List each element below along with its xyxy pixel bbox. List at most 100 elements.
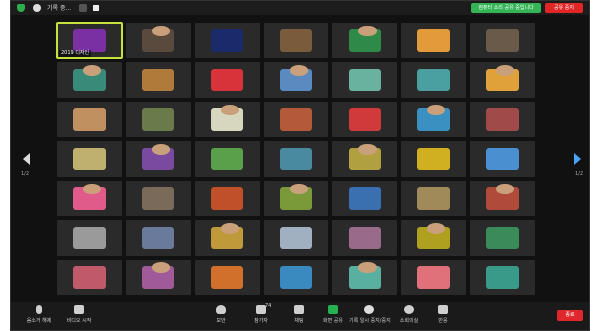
participant-face: [358, 25, 377, 37]
video-thumbnail: [73, 147, 106, 171]
participant-tile[interactable]: [470, 141, 535, 177]
participant-tile[interactable]: [332, 141, 398, 177]
stop-square-icon[interactable]: [93, 5, 99, 11]
page-indicator-right: 1/2: [574, 171, 583, 177]
participant-tile[interactable]: [470, 23, 535, 59]
participant-tile[interactable]: [125, 141, 191, 177]
video-thumbnail: [417, 147, 450, 171]
participant-tile[interactable]: [401, 62, 467, 98]
meeting-toolbar: 음소거 해제 비디오 시작 보안 참가자 74 채팅 화면 공유 기록 일시 중…: [11, 302, 589, 330]
more-options-button[interactable]: [79, 4, 87, 12]
participant-tile[interactable]: [125, 23, 191, 59]
video-thumbnail: [142, 187, 175, 210]
end-meeting-button[interactable]: 종료: [557, 310, 583, 321]
share-arrow-icon: [328, 305, 338, 314]
participant-face: [82, 183, 102, 195]
participant-tile[interactable]: [470, 62, 535, 98]
video-thumbnail: [73, 29, 106, 53]
video-thumbnail: [348, 226, 382, 250]
participant-tile[interactable]: [401, 259, 467, 295]
previous-page-arrow-icon[interactable]: [23, 153, 30, 165]
participant-tile[interactable]: [401, 23, 467, 59]
participant-tile[interactable]: [263, 23, 329, 59]
participant-tile[interactable]: [401, 101, 467, 138]
participant-tile[interactable]: [332, 23, 398, 59]
participant-tile[interactable]: [263, 101, 329, 138]
participant-tile[interactable]: [125, 259, 191, 295]
participant-tile[interactable]: [194, 101, 260, 138]
participant-face: [82, 65, 102, 76]
video-thumbnail: [417, 265, 450, 289]
grid-icon: [404, 305, 414, 314]
record-icon: [364, 305, 374, 314]
participant-tile[interactable]: [194, 259, 260, 295]
participant-tile[interactable]: [125, 180, 191, 217]
video-thumbnail: [279, 226, 313, 250]
video-thumbnail: [210, 29, 244, 53]
participant-tile[interactable]: [125, 101, 191, 138]
participant-tile[interactable]: [125, 220, 191, 256]
participant-name: 2019 디자인: [59, 50, 92, 58]
participant-tile[interactable]: [263, 62, 329, 98]
participant-face: [358, 144, 377, 155]
participant-face: [151, 144, 170, 155]
participant-tile[interactable]: 2019 디자인: [56, 21, 123, 60]
video-thumbnail: [348, 108, 382, 131]
video-thumbnail: [73, 226, 106, 250]
start-video-button[interactable]: 비디오 시작: [59, 305, 99, 324]
participant-tile[interactable]: [263, 180, 329, 217]
participant-tile[interactable]: [194, 62, 260, 98]
microphone-icon: [36, 305, 42, 314]
video-thumbnail: [348, 187, 382, 210]
next-page-arrow-icon[interactable]: [574, 153, 581, 165]
participant-tile[interactable]: [57, 141, 122, 177]
participant-tile[interactable]: [401, 141, 467, 177]
info-icon[interactable]: [33, 4, 41, 12]
video-thumbnail: [348, 68, 382, 92]
participant-face: [151, 262, 170, 274]
participant-tile[interactable]: [57, 101, 122, 138]
participant-tile[interactable]: [194, 220, 260, 256]
video-thumbnail: [486, 108, 519, 131]
participant-tile[interactable]: [332, 180, 398, 217]
participant-tile[interactable]: [470, 180, 535, 217]
participant-tile[interactable]: [263, 220, 329, 256]
shield-icon[interactable]: [17, 4, 25, 12]
participant-tile[interactable]: [470, 220, 535, 256]
video-thumbnail: [486, 265, 519, 289]
participant-tile[interactable]: [332, 259, 398, 295]
participant-tile[interactable]: [57, 62, 122, 98]
participant-tile[interactable]: [57, 220, 122, 256]
video-thumbnail: [210, 68, 244, 92]
participant-tile[interactable]: [194, 23, 260, 59]
participant-tile[interactable]: [470, 101, 535, 138]
participant-tile[interactable]: [57, 180, 122, 217]
participant-tile[interactable]: [125, 62, 191, 98]
participant-tile[interactable]: [263, 259, 329, 295]
participant-face: [496, 65, 515, 76]
unmute-button[interactable]: 음소거 해제: [19, 305, 59, 324]
participants-button[interactable]: 참가자: [241, 305, 281, 324]
meeting-top-bar: 기록 중... 컴퓨터 소리 공유 중입니다 공유 중지: [11, 1, 589, 15]
participant-tile[interactable]: [194, 141, 260, 177]
participant-face: [427, 222, 446, 234]
reactions-button[interactable]: 반응: [423, 305, 463, 324]
participant-tile[interactable]: [401, 220, 467, 256]
participant-tile[interactable]: [401, 180, 467, 217]
sharing-status-pill[interactable]: 컴퓨터 소리 공유 중입니다: [471, 3, 541, 13]
participant-tile[interactable]: [194, 180, 260, 217]
security-button[interactable]: 보안: [201, 305, 241, 324]
video-thumbnail: [417, 68, 450, 92]
participant-tile[interactable]: [470, 259, 535, 295]
video-thumbnail: [279, 108, 313, 131]
participant-tile[interactable]: [332, 220, 398, 256]
participant-tile[interactable]: [332, 101, 398, 138]
video-thumbnail: [210, 187, 244, 210]
participant-tile[interactable]: [263, 141, 329, 177]
share-screen-button[interactable]: 화면 공유: [313, 305, 353, 324]
participant-tile[interactable]: [332, 62, 398, 98]
record-button[interactable]: 기록 일시 중지/중지: [349, 305, 391, 324]
video-thumbnail: [73, 108, 106, 131]
stop-share-button[interactable]: 공유 중지: [545, 3, 583, 13]
participant-tile[interactable]: [57, 259, 122, 295]
